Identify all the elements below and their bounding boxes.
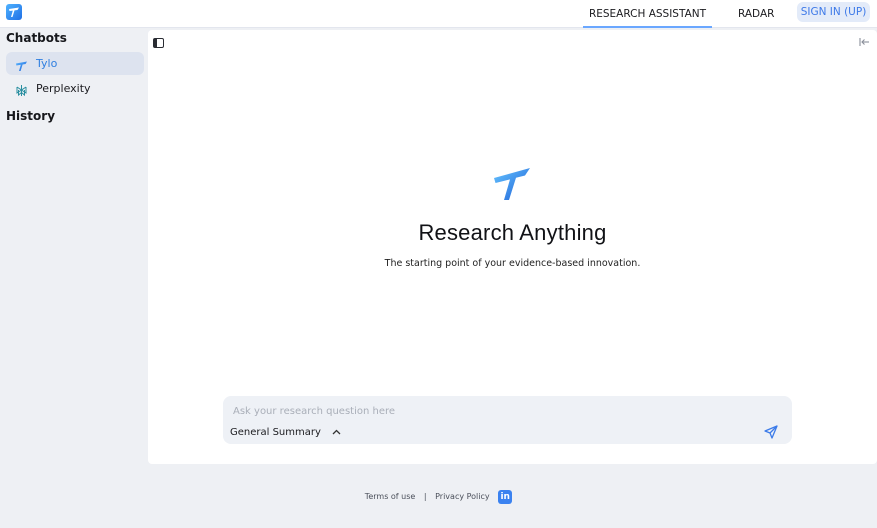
- tab-radar[interactable]: RADAR: [738, 0, 774, 28]
- sidebar-item-label: Tylo: [36, 57, 58, 70]
- app-logo-icon[interactable]: [6, 4, 22, 20]
- tab-research-assistant[interactable]: RESEARCH ASSISTANT: [583, 0, 712, 28]
- query-box: General Summary: [223, 396, 792, 444]
- mode-select-label: General Summary: [230, 427, 321, 438]
- history-heading: History: [6, 109, 56, 123]
- chevron-up-icon: [332, 425, 341, 441]
- main-panel: Research Anything The starting point of …: [148, 30, 877, 464]
- page-title: Research Anything: [418, 220, 607, 245]
- sidebar-item-label: Perplexity: [36, 82, 91, 95]
- research-question-input[interactable]: [233, 403, 733, 419]
- collapse-panel-icon[interactable]: [858, 36, 870, 48]
- mode-select[interactable]: General Summary: [230, 425, 341, 441]
- page-subtitle: The starting point of your evidence-base…: [384, 258, 641, 269]
- chatbots-heading: Chatbots: [6, 31, 67, 45]
- perplexity-icon: [15, 82, 28, 97]
- send-button[interactable]: [763, 424, 779, 440]
- footer-separator: |: [423, 492, 427, 501]
- tylo-hero-logo-icon: [492, 166, 532, 202]
- top-bar: RESEARCH ASSISTANT RADAR SIGN IN (UP): [0, 0, 877, 28]
- sidebar-item-perplexity[interactable]: Perplexity: [6, 77, 144, 100]
- sidebar-item-tylo[interactable]: Tylo: [6, 52, 144, 75]
- privacy-link[interactable]: Privacy Policy: [435, 492, 490, 501]
- sidebar: Chatbots Tylo Perplexity History: [0, 28, 148, 464]
- linkedin-icon[interactable]: in: [498, 490, 513, 504]
- send-icon: [764, 425, 778, 439]
- sign-in-button[interactable]: SIGN IN (UP): [797, 2, 870, 22]
- footer: Terms of use | Privacy Policy in: [0, 488, 877, 506]
- terms-link[interactable]: Terms of use: [365, 492, 416, 501]
- sidebar-toggle-icon[interactable]: [153, 38, 164, 48]
- tylo-logo-icon: [15, 57, 28, 71]
